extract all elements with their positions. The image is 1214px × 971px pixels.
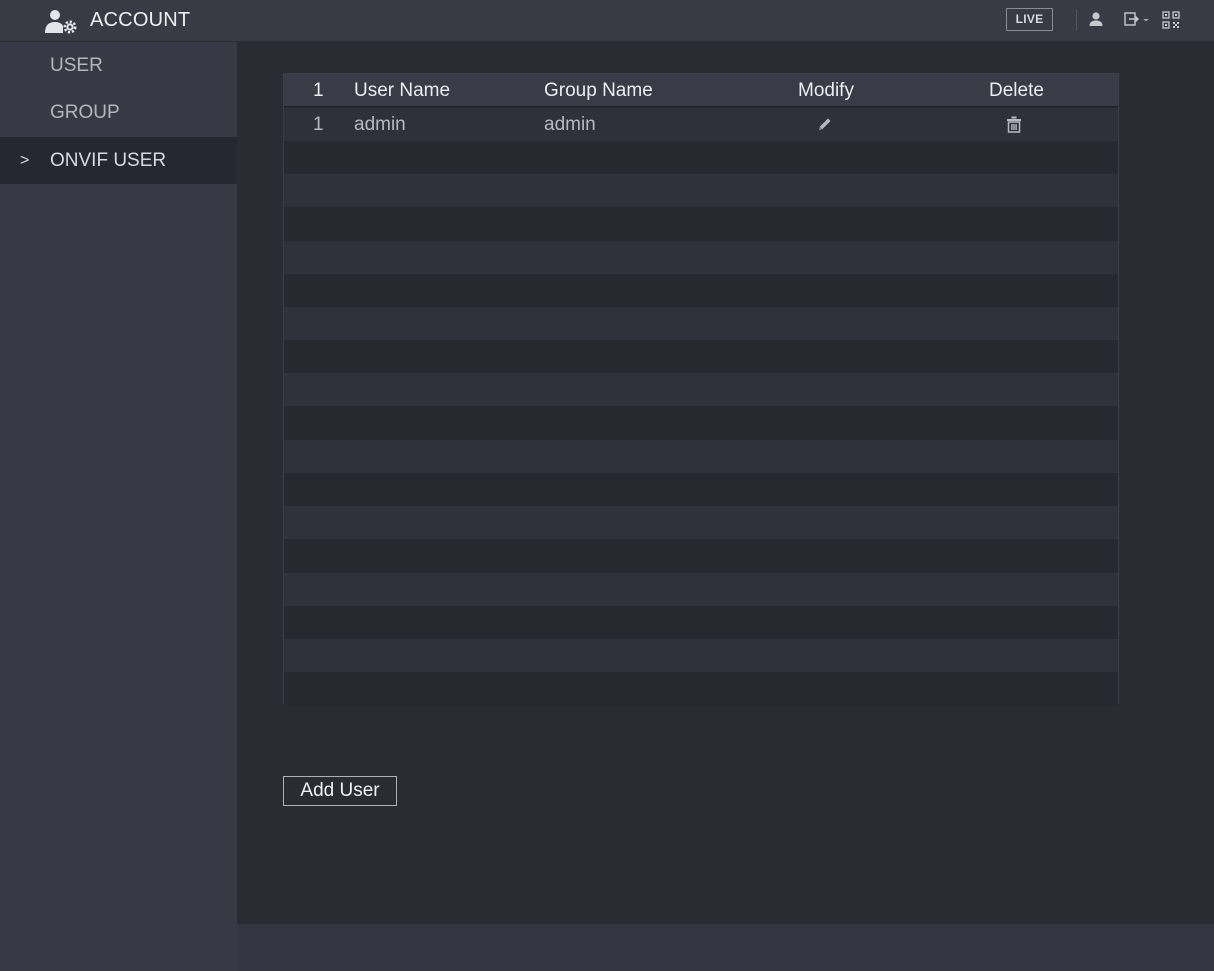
- column-header-delete: Delete: [989, 80, 1044, 101]
- account-settings-icon: [45, 10, 77, 34]
- header-divider: [1076, 10, 1077, 30]
- empty-table-row: [284, 174, 1118, 208]
- empty-table-row: [284, 506, 1118, 540]
- empty-table-row: [284, 473, 1118, 506]
- page-title: ACCOUNT: [90, 9, 191, 31]
- empty-table-row: [284, 273, 1118, 307]
- empty-table-row: [284, 340, 1118, 374]
- pencil-icon[interactable]: [817, 116, 833, 132]
- empty-table-row: [284, 572, 1118, 606]
- empty-table-row: [284, 539, 1118, 573]
- footer-bar: [237, 924, 1214, 971]
- cell-user-name: admin: [354, 114, 406, 135]
- sidebar: USER GROUP > ONVIF USER: [0, 42, 237, 971]
- add-user-button[interactable]: Add User: [283, 776, 397, 806]
- qr-code-icon[interactable]: [1162, 11, 1180, 29]
- sidebar-item-user[interactable]: USER: [0, 42, 237, 89]
- column-header-group-name: Group Name: [544, 80, 653, 101]
- trash-icon[interactable]: [1006, 116, 1022, 133]
- empty-table-row: [284, 439, 1118, 473]
- empty-table-row: [284, 240, 1118, 274]
- sidebar-item-label: ONVIF USER: [50, 150, 167, 171]
- empty-table-row: [284, 141, 1118, 174]
- sidebar-item-onvif-user[interactable]: > ONVIF USER: [0, 137, 237, 184]
- cell-index: 1: [313, 114, 324, 135]
- sidebar-item-label: USER: [50, 55, 103, 76]
- sidebar-item-label: GROUP: [50, 102, 120, 123]
- empty-table-row: [284, 605, 1118, 639]
- live-button[interactable]: LIVE: [1006, 8, 1053, 31]
- logout-icon[interactable]: [1124, 11, 1152, 27]
- column-header-user-name: User Name: [354, 80, 451, 101]
- column-header-modify: Modify: [798, 80, 854, 101]
- cell-group-name: admin: [544, 114, 596, 135]
- chevron-right-icon: >: [20, 152, 30, 169]
- sidebar-item-group[interactable]: GROUP: [0, 89, 237, 136]
- onvif-user-table: 1 User Name Group Name Modify Delete 1 a…: [283, 73, 1119, 706]
- table-row[interactable]: 1 admin admin: [284, 108, 1118, 141]
- empty-table-row: [284, 207, 1118, 241]
- column-header-index: 1: [313, 80, 324, 101]
- top-header: ACCOUNT LIVE: [0, 0, 1214, 42]
- empty-table-row: [284, 373, 1118, 407]
- empty-table-row: [284, 307, 1118, 340]
- table-header: 1 User Name Group Name Modify Delete: [284, 74, 1118, 107]
- user-icon[interactable]: [1089, 11, 1103, 27]
- empty-table-row: [284, 639, 1118, 672]
- empty-table-row: [284, 406, 1118, 440]
- empty-table-row: [284, 672, 1118, 706]
